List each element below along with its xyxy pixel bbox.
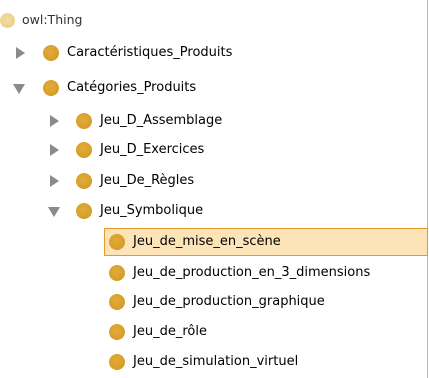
tree-root-row[interactable]: owl:Thing (0, 8, 86, 32)
tree-node-regles[interactable]: Jeu_De_Règles (76, 169, 198, 193)
tree-node-simulation-virtuel[interactable]: Jeu_de_simulation_virtuel (109, 350, 302, 374)
tree-node-role[interactable]: Jeu_de_rôle (109, 320, 211, 344)
class-bullet-icon (76, 113, 92, 129)
tree-node-assemblage[interactable]: Jeu_D_Assemblage (76, 109, 226, 133)
class-bullet-icon (76, 142, 92, 158)
class-bullet-icon (43, 45, 59, 61)
tree-root-label: owl:Thing (22, 12, 83, 27)
tree-node-label: Jeu_de_production_en_3_dimensions (133, 265, 371, 280)
tree-node-label: Jeu_de_production_graphique (133, 294, 325, 309)
tree-node-label: Jeu_de_mise_en_scène (133, 234, 281, 249)
tree-node-label: Jeu_D_Assemblage (100, 113, 223, 128)
tree-node-exercices[interactable]: Jeu_D_Exercices (76, 138, 208, 162)
class-bullet-icon (109, 324, 125, 340)
tree-node-label: Jeu_Symbolique (100, 203, 204, 218)
class-bullet-icon (109, 234, 125, 250)
tree-node-label: Jeu_De_Règles (100, 173, 195, 188)
tree-node-production-3d[interactable]: Jeu_de_production_en_3_dimensions (109, 261, 374, 285)
expand-arrow-icon[interactable] (47, 114, 61, 128)
tree-node-label: Jeu_D_Exercices (100, 142, 205, 157)
tree-node-categories[interactable]: Catégories_Produits (43, 76, 200, 100)
tree-node-mise-en-scene[interactable]: Jeu_de_mise_en_scène (104, 228, 428, 256)
tree-node-label: Jeu_de_rôle (133, 324, 207, 339)
class-hierarchy-panel: owl:Thing Caractéristiques_Produits Caté… (0, 0, 428, 378)
class-bullet-icon (0, 12, 15, 28)
expand-arrow-icon[interactable] (47, 174, 61, 188)
tree-node-production-graphique[interactable]: Jeu_de_production_graphique (109, 290, 329, 314)
tree-node-label: Jeu_de_simulation_virtuel (133, 354, 299, 369)
class-bullet-icon (43, 80, 59, 96)
tree-node-symbolique[interactable]: Jeu_Symbolique (76, 199, 207, 223)
collapse-arrow-icon[interactable] (47, 205, 61, 219)
tree-node-caracteristiques[interactable]: Caractéristiques_Produits (43, 41, 236, 65)
class-bullet-icon (76, 203, 92, 219)
class-bullet-icon (109, 265, 125, 281)
expand-arrow-icon[interactable] (13, 46, 27, 60)
collapse-arrow-icon[interactable] (12, 82, 26, 96)
tree-node-label: Catégories_Produits (67, 80, 197, 95)
class-bullet-icon (76, 173, 92, 189)
class-bullet-icon (109, 354, 125, 370)
expand-arrow-icon[interactable] (47, 143, 61, 157)
class-bullet-icon (109, 294, 125, 310)
tree-node-label: Caractéristiques_Produits (67, 45, 233, 60)
